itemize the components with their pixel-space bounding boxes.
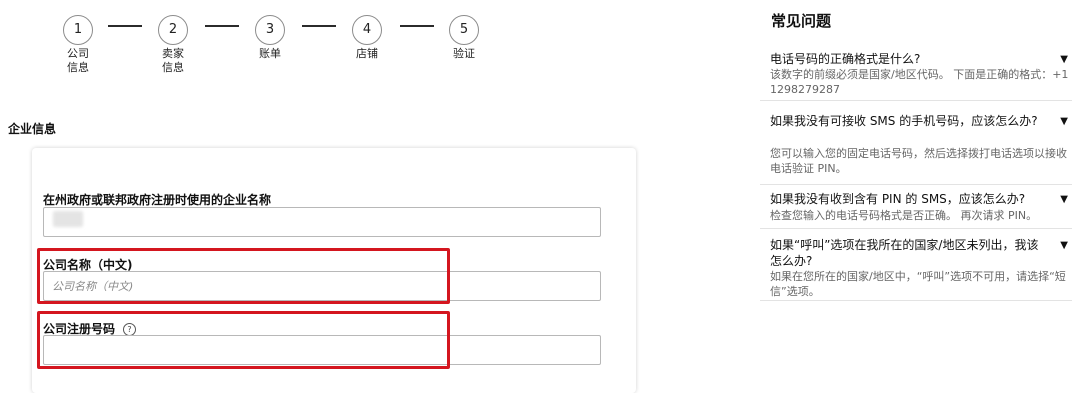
step-1-label: 公司 信息 <box>67 47 89 74</box>
faq-question: 如果我没有可接收 SMS 的手机号码，应该怎么办? <box>770 114 1038 128</box>
redacted-value <box>53 211 83 227</box>
step-3[interactable]: 3 账单 <box>240 15 300 61</box>
step-connector <box>205 25 239 27</box>
faq-answer: 您可以输入您的固定电话号码，然后选择拨打电话选项以接收电话验证 PIN。 <box>770 147 1067 175</box>
step-connector <box>302 25 336 27</box>
registered-name-input[interactable] <box>43 207 601 237</box>
registered-name-label: 在州政府或联邦政府注册时使用的企业名称 <box>43 193 272 207</box>
faq-question: 如果我没有收到含有 PIN 的 SMS，应该怎么办? <box>770 192 1026 206</box>
faq-item[interactable]: 如果我没有可接收 SMS 的手机号码，应该怎么办? ▼ 您可以输入您的固定电话号… <box>760 108 1072 185</box>
faq-title: 常见问题 <box>771 12 832 30</box>
faq-answer: 该数字的前缀必须是国家/地区代码。 下面是正确的格式：+1 1298279287 <box>770 68 1069 96</box>
step-2[interactable]: 2 卖家 信息 <box>143 15 203 75</box>
step-4-label: 店铺 <box>356 47 378 60</box>
caret-down-icon[interactable]: ▼ <box>1060 194 1068 205</box>
company-name-cn-input[interactable] <box>43 271 601 301</box>
step-1-number: 1 <box>63 15 93 45</box>
caret-down-icon[interactable]: ▼ <box>1060 54 1068 65</box>
step-3-number: 3 <box>255 15 285 45</box>
caret-down-icon[interactable]: ▼ <box>1060 116 1068 127</box>
faq-answer: 检查您输入的电话号码格式是否正确。 再次请求 PIN。 <box>770 209 1038 222</box>
step-2-number: 2 <box>158 15 188 45</box>
step-3-label: 账单 <box>259 47 281 60</box>
step-2-label: 卖家 信息 <box>162 47 184 74</box>
faq-item[interactable]: 如果我没有收到含有 PIN 的 SMS，应该怎么办? ▼ 检查您输入的电话号码格… <box>760 186 1072 229</box>
step-4-number: 4 <box>352 15 382 45</box>
section-title: 企业信息 <box>8 122 57 136</box>
faq-answer: 如果在您所在的国家/地区中，“呼叫”选项不可用，请选择“短信”选项。 <box>770 270 1066 298</box>
step-connector <box>400 25 434 27</box>
faq-item[interactable]: 如果“呼叫”选项在我所在的国家/地区未列出，我该怎么办? ▼ 如果在您所在的国家… <box>760 232 1072 301</box>
step-4[interactable]: 4 店铺 <box>337 15 397 61</box>
caret-down-icon[interactable]: ▼ <box>1060 240 1068 251</box>
step-1[interactable]: 1 公司 信息 <box>48 15 108 75</box>
faq-item[interactable]: 电话号码的正确格式是什么? ▼ 该数字的前缀必须是国家/地区代码。 下面是正确的… <box>760 46 1072 101</box>
registration-number-input[interactable] <box>43 335 601 365</box>
step-5-number: 5 <box>449 15 479 45</box>
step-5[interactable]: 5 验证 <box>434 15 494 61</box>
step-connector <box>108 25 142 27</box>
step-5-label: 验证 <box>453 47 475 60</box>
faq-question: 如果“呼叫”选项在我所在的国家/地区未列出，我该怎么办? <box>770 238 1039 268</box>
registration-number-label-text: 公司注册号码 <box>43 322 116 336</box>
faq-question: 电话号码的正确格式是什么? <box>770 52 921 66</box>
